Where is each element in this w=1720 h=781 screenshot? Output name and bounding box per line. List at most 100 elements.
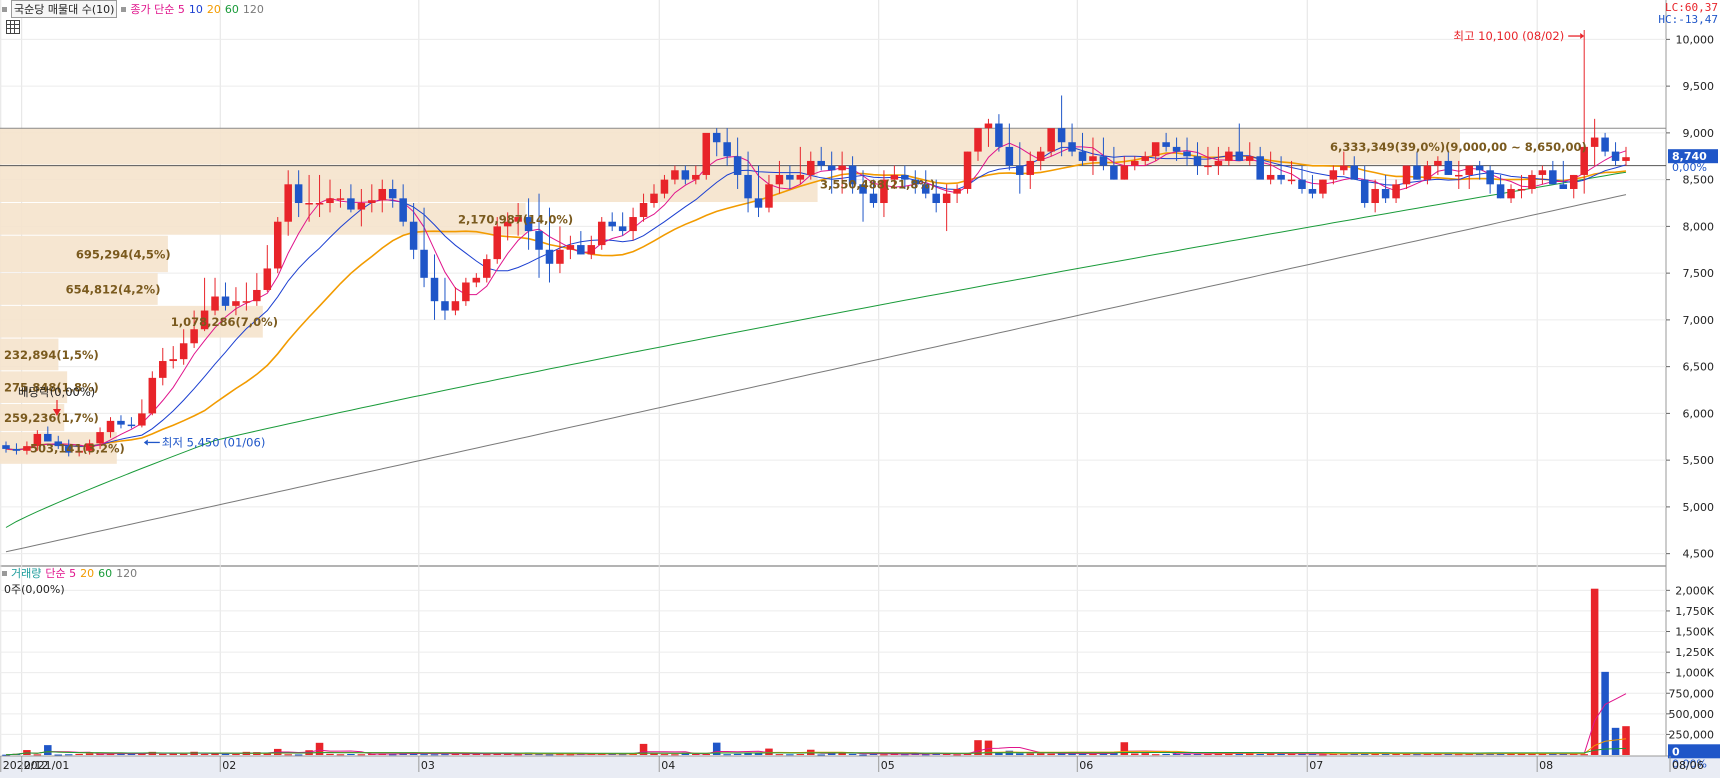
price-tick-label: 9,000 (1683, 127, 1715, 140)
candle-body (336, 198, 345, 200)
volume-profile-label: 259,236(1,7%) (4, 411, 99, 425)
volume-ma-label[interactable]: 단순 5 (45, 565, 76, 581)
candle-body (399, 198, 407, 222)
volume-bar (1256, 753, 1264, 755)
candle-body (723, 142, 731, 157)
candle-body (744, 174, 752, 199)
volume-bar (848, 753, 857, 755)
ma-10[interactable]: 10 (189, 3, 203, 16)
candle-body (1475, 165, 1484, 171)
ma-label[interactable]: 종가 단순 5 (130, 1, 184, 17)
candle-body (1266, 174, 1275, 180)
candle-body (1559, 184, 1568, 189)
stock-title[interactable]: 국순당 매물대 수(10) (11, 0, 118, 18)
price-tick-label: 6,000 (1683, 407, 1715, 420)
candle-body (608, 221, 616, 227)
volume-ma-20[interactable]: 20 (80, 567, 94, 580)
candle-body (106, 420, 115, 433)
date-label: 03 (421, 759, 435, 772)
candle-body (1214, 160, 1223, 166)
candle-body (1068, 142, 1076, 152)
candle-body (1486, 170, 1494, 185)
candle-body (1392, 184, 1400, 199)
volume-profile-label: 2,170,987(14,0%) (458, 212, 573, 226)
volume-label[interactable]: 거래량 (11, 565, 41, 581)
candle-body (1622, 157, 1630, 161)
candle-body (378, 188, 387, 201)
candle-body (1277, 174, 1285, 180)
volume-bar (1131, 753, 1139, 755)
low-annotation: 최저 5,450 (01/06) (162, 435, 266, 449)
volume-profile-label: 654,812(4,2%) (66, 283, 161, 297)
date-label: 04 (661, 759, 675, 772)
date-label: 2021/01 (24, 759, 70, 772)
volume-bar (221, 753, 230, 755)
stock-chart[interactable]: 10,000 9,500 9,000 8,500 8,000 7,500 7,000 6,50… (0, 0, 1720, 781)
candle-body (1005, 146, 1014, 166)
candle-body (169, 359, 177, 362)
candle-body (1036, 151, 1045, 161)
candle-body (827, 165, 836, 171)
panel-handle-icon[interactable] (2, 6, 7, 12)
ma-handle-icon[interactable] (121, 6, 127, 12)
candle-body (775, 174, 784, 185)
candle-body (1078, 151, 1087, 161)
candle-body (671, 170, 679, 180)
volume-profile-bar (0, 203, 526, 235)
volume-bar (294, 754, 303, 756)
candle-body (388, 188, 397, 199)
candle-body (179, 343, 188, 360)
volume-toolbar: 거래량 단순 5 20 60 120 (2, 566, 137, 580)
volume-bar (33, 754, 42, 756)
candle-body (639, 203, 648, 218)
candle-body (1444, 160, 1453, 175)
candle-body (1089, 156, 1097, 161)
candle-body (1402, 165, 1411, 185)
candle-body (1298, 179, 1306, 189)
candle-body (1319, 179, 1327, 194)
candle-body (263, 268, 272, 290)
candle-body (556, 249, 564, 264)
volume-bar (347, 754, 355, 756)
volume-ma-120[interactable]: 120 (116, 567, 137, 580)
candle-body (838, 165, 846, 171)
candle-body (1517, 188, 1526, 191)
ma-60[interactable]: 60 (225, 3, 239, 16)
candle-body (932, 193, 940, 204)
candle-body (1360, 179, 1369, 204)
candle-body (493, 226, 501, 260)
volume-bar (1016, 753, 1024, 755)
volume-bar (1036, 753, 1045, 755)
candle-body (869, 193, 878, 204)
candle-body (1131, 160, 1139, 166)
candle-body (545, 249, 554, 264)
volume-bar (1580, 754, 1588, 756)
volume-bar (430, 754, 439, 756)
ma-20[interactable]: 20 (207, 3, 221, 16)
candle-body (953, 188, 961, 194)
volume-bar (1549, 754, 1557, 756)
candle-body (1413, 165, 1421, 180)
candle-body (1204, 165, 1212, 168)
candle-body (1371, 188, 1379, 204)
volume-tick-label: 1,000K (1675, 667, 1714, 680)
chart-canvas[interactable]: 10,000 9,500 9,000 8,500 8,000 7,500 7,000 6,50… (0, 0, 1720, 778)
table-grid-icon[interactable] (6, 20, 20, 34)
ma-120[interactable]: 120 (243, 3, 264, 16)
price-toolbar: 국순당 매물대 수(10) 종가 단순 5 10 20 60 120 (2, 0, 264, 18)
candle-body (650, 193, 658, 204)
candle-body (1350, 165, 1359, 180)
volume-bar (859, 754, 867, 756)
volume-bar (44, 745, 52, 755)
high-annotation: 최고 10,100 (08/02) (1453, 29, 1564, 43)
candle-body (441, 301, 449, 311)
candle-body (817, 160, 825, 166)
volume-tick-label: 1,500K (1675, 626, 1714, 639)
candle-body (597, 221, 606, 246)
volume-bar (1141, 753, 1149, 755)
volume-ma-60[interactable]: 60 (98, 567, 112, 580)
chart-background (0, 0, 1720, 778)
candle-body (1016, 165, 1024, 175)
volume-handle-icon[interactable] (2, 570, 7, 576)
candle-body (242, 301, 251, 303)
